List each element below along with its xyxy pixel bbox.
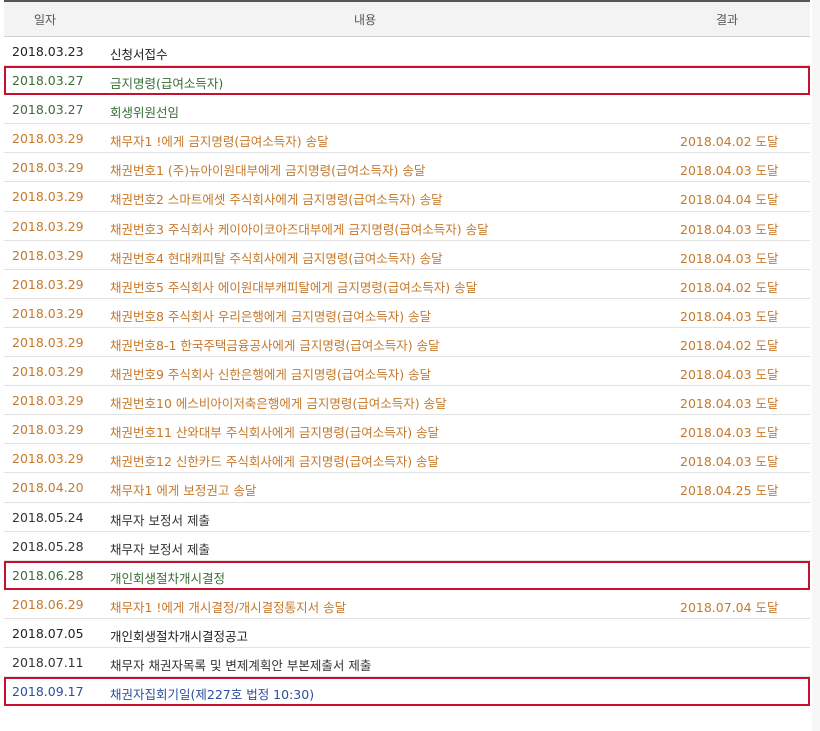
- cell-result: 2018.04.03 도달: [680, 250, 779, 266]
- cell-result: 2018.04.03 도달: [680, 308, 779, 324]
- case-history-table: 일자 내용 결과 2018.03.23 신청서접수 2018.03.27 금지명령(급…: [4, 0, 810, 707]
- table-header: 일자 내용 결과: [4, 0, 810, 37]
- cell-result: 2018.07.04 도달: [680, 599, 779, 615]
- cell-date: 2018.06.29: [12, 596, 84, 612]
- cell-date: 2018.03.29: [12, 305, 84, 321]
- table-row: 2018.03.29 채무자1 !에게 금지명령(급여소득자) 송달 2018.04…: [4, 124, 810, 154]
- table-row: 2018.03.29 채권번호9 주식회사 신한은행에게 금지명령(급여소득자) …: [4, 357, 810, 387]
- table-row: 2018.04.20 채무자1 에게 보정권고 송달 2018.04.25 도달: [4, 473, 810, 503]
- cell-content: 채무자 보정서 제출: [110, 512, 210, 528]
- cell-result: 2018.04.03 도달: [680, 425, 779, 441]
- cell-date: 2018.03.29: [12, 131, 84, 147]
- cell-content: 개인회생절차개시결정공고: [110, 628, 249, 644]
- table-body: 2018.03.23 신청서접수 2018.03.27 금지명령(급여소득자) 2018…: [4, 37, 810, 707]
- table-row: 2018.03.29 채권번호2 스마트에셋 주식회사에게 금지명령(급여소득자)…: [4, 182, 810, 212]
- header-content: 내용: [354, 13, 377, 27]
- cell-date: 2018.03.29: [12, 422, 84, 438]
- cell-date: 2018.03.29: [12, 393, 84, 409]
- cell-result: 2018.04.03 도달: [680, 221, 779, 237]
- cell-result: 2018.04.02 도달: [680, 134, 779, 150]
- header-date: 일자: [34, 13, 57, 27]
- cell-content: 채권번호8-1 한국주택금융공사에게 금지명령(급여소득자) 송달: [110, 337, 440, 353]
- cell-date: 2018.03.29: [12, 247, 84, 263]
- table-row: 2018.09.17 채권자집회기일(제227호 법정 10:30): [4, 677, 810, 707]
- cell-content: 채권번호9 주식회사 신한은행에게 금지명령(급여소득자) 송달: [110, 367, 432, 383]
- cell-content: 개인회생절차개시결정: [110, 570, 226, 586]
- cell-content: 금지명령(급여소득자): [110, 76, 224, 92]
- cell-content: 채권번호2 스마트에셋 주식회사에게 금지명령(급여소득자) 송달: [110, 192, 443, 208]
- cell-date: 2018.03.27: [12, 73, 84, 89]
- cell-date: 2018.03.23: [12, 44, 84, 59]
- cell-date: 2018.03.29: [12, 189, 84, 205]
- cell-content: 채무자 채권자목록 및 변제계획안 부본제출서 제출: [110, 657, 372, 673]
- table-row: 2018.03.29 채권번호3 주식회사 케이아이코아즈대부에게 금지명령(급여…: [4, 212, 810, 241]
- table-row: 2018.03.29 채권번호8-1 한국주택금융공사에게 금지명령(급여소득자)…: [4, 328, 810, 358]
- table-row: 2018.03.29 채권번호1 (주)뉴아이원대부에게 금지명령(급여소득자) …: [4, 153, 810, 183]
- cell-result: 2018.04.03 도달: [680, 454, 779, 470]
- cell-result: 2018.04.02 도달: [680, 279, 779, 295]
- cell-date: 2018.07.05: [12, 625, 84, 641]
- cell-content: 채권번호5 주식회사 에이원대부캐피탈에게 금지명령(급여소득자) 송달: [110, 279, 478, 295]
- cell-content: 채무자1 !에게 금지명령(급여소득자) 송달: [110, 134, 329, 150]
- cell-result: 2018.04.02 도달: [680, 337, 779, 353]
- table-row: 2018.07.05 개인회생절차개시결정공고: [4, 619, 810, 648]
- cell-date: 2018.03.29: [12, 334, 84, 350]
- cell-content: 채권번호4 현대캐피탈 주식회사에게 금지명령(급여소득자) 송달: [110, 250, 443, 266]
- cell-date: 2018.09.17: [12, 684, 84, 700]
- cell-date: 2018.03.29: [12, 451, 84, 467]
- cell-content: 채무자1 !에게 개시결정/개시결정통지서 송달: [110, 599, 347, 615]
- table-row: 2018.06.29 채무자1 !에게 개시결정/개시결정통지서 송달 2018.0…: [4, 590, 810, 619]
- table-row: 2018.03.29 채권번호10 에스비아이저축은행에게 금지명령(급여소득자)…: [4, 386, 810, 416]
- cell-content: 채권번호12 신한카드 주식회사에게 금지명령(급여소득자) 송달: [110, 454, 440, 470]
- cell-date: 2018.03.29: [12, 160, 84, 176]
- cell-content: 채무자 보정서 제출: [110, 541, 210, 557]
- table-row: 2018.03.29 채권번호8 주식회사 우리은행에게 금지명령(급여소득자) …: [4, 299, 810, 328]
- table-row: 2018.03.23 신청서접수: [4, 37, 810, 67]
- cell-result: 2018.04.04 도달: [680, 192, 779, 208]
- cell-content: 채권번호11 산와대부 주식회사에게 금지명령(급여소득자) 송달: [110, 425, 440, 441]
- table-row: 2018.05.24 채무자 보정서 제출: [4, 503, 810, 532]
- cell-date: 2018.03.29: [12, 276, 84, 292]
- cell-content: 채권번호3 주식회사 케이아이코아즈대부에게 금지명령(급여소득자) 송달: [110, 221, 489, 237]
- header-result: 결과: [716, 13, 739, 27]
- cell-content: 신청서접수: [110, 47, 168, 62]
- cell-date: 2018.05.24: [12, 509, 84, 525]
- cell-date: 2018.06.28: [12, 567, 84, 583]
- cell-content: 채권번호10 에스비아이저축은행에게 금지명령(급여소득자) 송달: [110, 396, 447, 412]
- cell-result: 2018.04.03 도달: [680, 163, 779, 179]
- table-row: 2018.03.29 채권번호11 산와대부 주식회사에게 금지명령(급여소득자)…: [4, 415, 810, 445]
- cell-content: 채권번호8 주식회사 우리은행에게 금지명령(급여소득자) 송달: [110, 308, 432, 324]
- table-row: 2018.07.11 채무자 채권자목록 및 변제계획안 부본제출서 제출: [4, 648, 810, 678]
- table-row: 2018.06.28 개인회생절차개시결정: [4, 560, 810, 590]
- cell-content: 회생위원선임: [110, 105, 180, 121]
- table-row: 2018.03.29 채권번호12 신한카드 주식회사에게 금지명령(급여소득자)…: [4, 444, 810, 474]
- cell-result: 2018.04.03 도달: [680, 367, 779, 383]
- cell-content: 채권자집회기일(제227호 법정 10:30): [110, 687, 315, 703]
- cell-result: 2018.04.25 도달: [680, 483, 779, 499]
- table-row: 2018.03.29 채권번호5 주식회사 에이원대부캐피탈에게 금지명령(급여소…: [4, 270, 810, 299]
- cell-date: 2018.04.20: [12, 480, 84, 496]
- table-row: 2018.03.27 금지명령(급여소득자): [4, 66, 810, 96]
- cell-date: 2018.03.29: [12, 218, 84, 234]
- cell-date: 2018.05.28: [12, 538, 84, 554]
- cell-content: 채권번호1 (주)뉴아이원대부에게 금지명령(급여소득자) 송달: [110, 163, 426, 179]
- table-row: 2018.03.27 회생위원선임: [4, 95, 810, 125]
- table-row: 2018.05.28 채무자 보정서 제출: [4, 532, 810, 561]
- cell-date: 2018.03.29: [12, 364, 84, 380]
- table-row: 2018.03.29 채권번호4 현대캐피탈 주식회사에게 금지명령(급여소득자)…: [4, 241, 810, 270]
- cell-date: 2018.03.27: [12, 102, 84, 118]
- cell-result: 2018.04.03 도달: [680, 396, 779, 412]
- cell-date: 2018.07.11: [12, 654, 84, 670]
- cell-content: 채무자1 에게 보정권고 송달: [110, 483, 257, 499]
- scrollbar[interactable]: [812, 0, 820, 731]
